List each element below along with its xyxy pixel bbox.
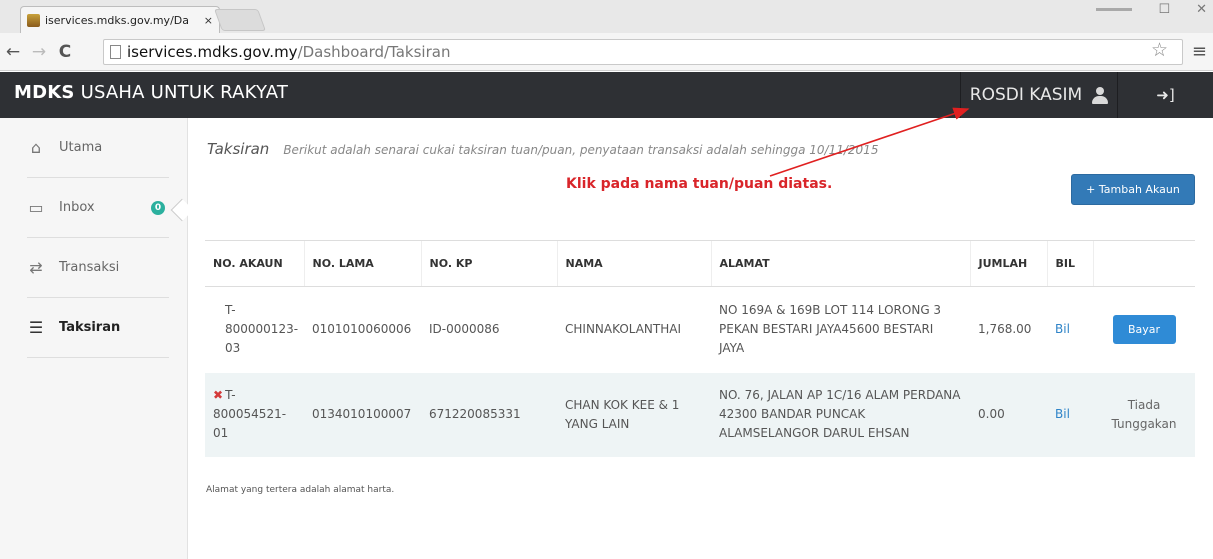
bill-link[interactable]: Bil	[1055, 407, 1070, 421]
back-arrow-icon[interactable]: ←	[0, 42, 26, 62]
sidebar-item-inbox[interactable]: ▭ Inbox 0	[27, 178, 169, 238]
column-header[interactable]: NO. LAMA	[303, 240, 421, 287]
page-heading: Taksiran Berikut adalah senarai cukai ta…	[207, 140, 878, 158]
owner-name: CHINNAKOLANTHAI	[557, 286, 711, 373]
pay-button[interactable]: Bayar	[1112, 315, 1176, 345]
column-header[interactable]: BIL	[1046, 240, 1093, 287]
window-controls: ☐ ✕	[1096, 2, 1207, 17]
old-number: 0101010060006	[304, 286, 421, 373]
window-maximize-icon[interactable]: ☐	[1158, 2, 1170, 17]
ic-number: ID-0000086	[421, 286, 557, 373]
old-number: 0134010100007	[304, 372, 421, 457]
brand-text: USAHA UNTUK RAKYAT	[80, 82, 289, 103]
annotation-text: Klik pada nama tuan/puan diatas.	[566, 176, 833, 192]
account-number: ✖ T-800054521-01	[205, 372, 304, 457]
column-header[interactable]: JUMLAH	[969, 240, 1047, 287]
account-number-text: T-800000123-03	[225, 303, 299, 356]
list-ol-icon: ☰	[28, 318, 44, 337]
reload-icon[interactable]: C	[52, 42, 78, 62]
inbox-count-badge: 0	[151, 201, 165, 215]
account-number: T-800000123-03	[205, 286, 304, 373]
browser-menu-icon[interactable]: ≡	[1192, 41, 1207, 62]
page-title: Taksiran	[207, 140, 270, 158]
sidebar: ⌂ Utama ▭ Inbox 0 ⇄ Transaksi ☰ Taksiran	[0, 118, 188, 559]
sidebar-item-label: Utama	[59, 140, 103, 155]
home-icon: ⌂	[30, 138, 42, 157]
footnote: Alamat yang tertera adalah alamat harta.	[206, 485, 395, 495]
account-number-text: T-800054521-01	[213, 388, 287, 440]
table-row: ✖ T-800054521-01 0134010100007 6712200853…	[205, 372, 1195, 457]
address: NO 169A & 169B LOT 114 LORONG 3 PEKAN BE…	[711, 286, 970, 373]
assessment-table: NO. AKAUN NO. LAMA NO. KP NAMA ALAMAT JU…	[205, 240, 1195, 457]
sidebar-item-label: Taksiran	[59, 320, 121, 335]
page-icon	[110, 45, 121, 59]
forward-arrow-icon[interactable]: →	[26, 42, 52, 62]
url-bar[interactable]: iservices.mdks.gov.my/Dashboard/Taksiran…	[103, 39, 1183, 65]
column-header[interactable]: NO. KP	[420, 240, 557, 287]
app-header: MDKS USAHA UNTUK RAKYAT ROSDI KASIM ➜]	[0, 72, 1213, 118]
column-header[interactable]: NAMA	[556, 240, 711, 287]
table-row: T-800000123-03 0101010060006 ID-0000086 …	[205, 286, 1195, 373]
owner-name: CHAN KOK KEE & 1 YANG LAIN	[557, 372, 711, 457]
amount: 1,768.00	[970, 286, 1047, 373]
browser-tab-bar: iservices.mdks.gov.my/Da × ☐ ✕	[0, 0, 1213, 33]
address: NO. 76, JALAN AP 1C/16 ALAM PERDANA 4230…	[711, 372, 970, 457]
user-name[interactable]: ROSDI KASIM	[970, 85, 1082, 105]
column-header[interactable]: ALAMAT	[710, 240, 970, 287]
logout-button[interactable]: ➜]	[1117, 72, 1213, 118]
tab-title: iservices.mdks.gov.my/Da	[45, 13, 189, 27]
ic-number: 671220085331	[421, 372, 557, 457]
exchange-icon: ⇄	[29, 258, 43, 277]
user-icon	[1092, 86, 1109, 104]
browser-toolbar: ← → C iservices.mdks.gov.my/Dashboard/Ta…	[0, 33, 1213, 71]
window-minimize-icon[interactable]	[1096, 8, 1133, 11]
brand-bold: MDKS	[14, 82, 75, 103]
column-header[interactable]: NO. AKAUN	[205, 240, 304, 287]
sidebar-item-transaksi[interactable]: ⇄ Transaksi	[27, 238, 169, 298]
add-account-button[interactable]: + Tambah Akaun	[1071, 174, 1195, 205]
new-tab-button[interactable]	[213, 9, 267, 31]
brand-logo[interactable]: MDKS USAHA UNTUK RAKYAT	[14, 82, 288, 103]
page-subtitle: Berikut adalah senarai cukai taksiran tu…	[283, 143, 879, 157]
tab-close-icon[interactable]: ×	[204, 14, 213, 27]
bookmark-star-icon[interactable]: ☆	[1151, 39, 1168, 61]
sidebar-item-taksiran[interactable]: ☰ Taksiran	[27, 298, 169, 358]
user-menu[interactable]: ROSDI KASIM	[960, 72, 1117, 118]
remove-account-icon[interactable]: ✖	[213, 388, 223, 402]
window-close-icon[interactable]: ✕	[1196, 2, 1207, 17]
sign-out-icon: ➜]	[1156, 86, 1175, 104]
sidebar-item-label: Inbox	[59, 200, 95, 215]
url-path: /Dashboard/Taksiran	[297, 43, 451, 61]
inbox-icon: ▭	[28, 198, 44, 217]
site-favicon-icon	[27, 13, 40, 27]
url-host: iservices.mdks.gov.my	[127, 43, 298, 61]
sidebar-item-utama[interactable]: ⌂ Utama	[27, 118, 169, 178]
no-arrears-label: Tiada Tunggakan	[1111, 397, 1177, 431]
table-header-row: NO. AKAUN NO. LAMA NO. KP NAMA ALAMAT JU…	[205, 240, 1195, 287]
sidebar-item-label: Transaksi	[59, 260, 120, 275]
bill-link[interactable]: Bil	[1055, 322, 1070, 336]
amount: 0.00	[970, 372, 1047, 457]
browser-tab[interactable]: iservices.mdks.gov.my/Da ×	[20, 6, 220, 33]
column-header	[1092, 240, 1195, 287]
